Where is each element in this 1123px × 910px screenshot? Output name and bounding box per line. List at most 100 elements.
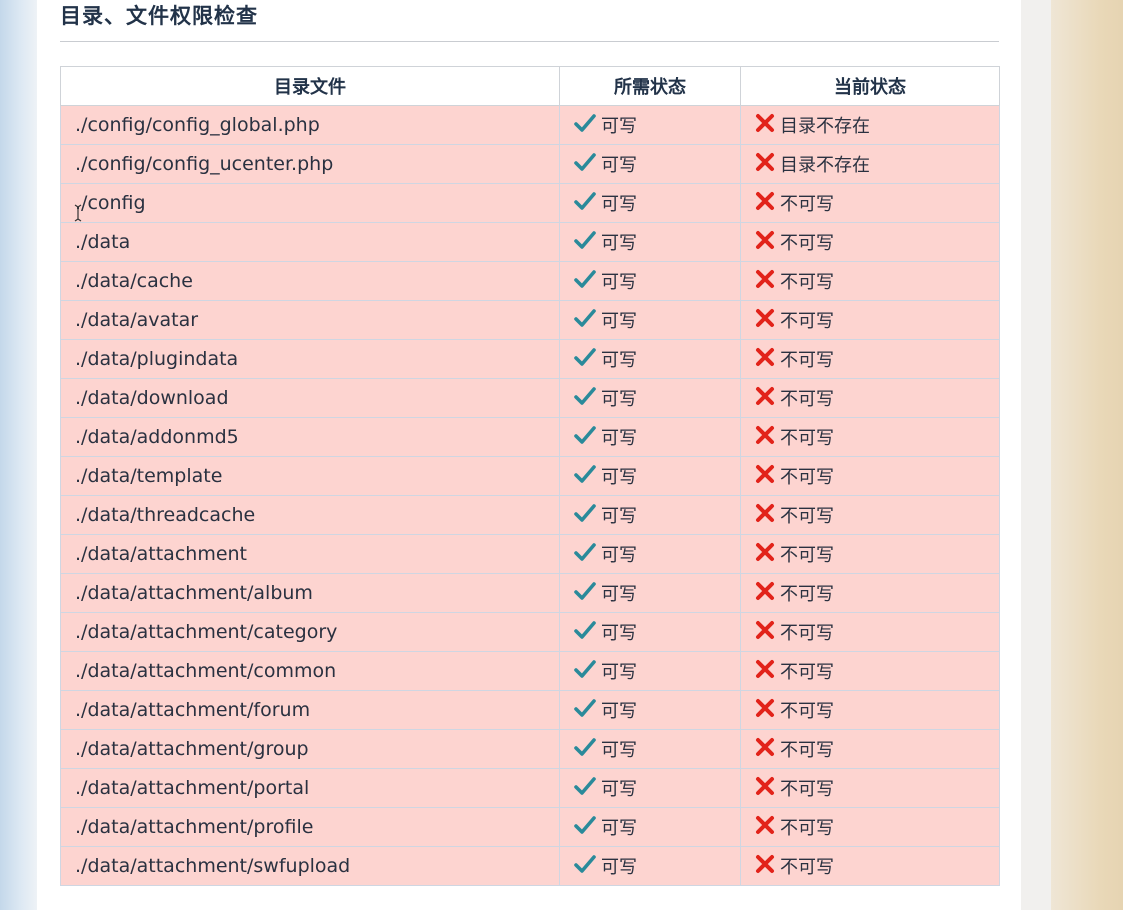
required-status-cell: 可写 — [559, 846, 741, 886]
required-status-cell: 可写 — [559, 183, 741, 223]
table-row: ./data/plugindata 可写 不可写 — [60, 339, 1000, 379]
current-status-label: 不可写 — [780, 428, 834, 449]
cross-icon — [755, 620, 779, 645]
current-status-cell: 不可写 — [740, 807, 1000, 847]
path-cell: ./data/attachment/swfupload — [60, 846, 560, 886]
cross-icon — [755, 815, 779, 840]
check-icon — [574, 113, 600, 138]
current-status-cell: 不可写 — [740, 651, 1000, 691]
title-divider — [60, 41, 999, 42]
current-status-cell: 不可写 — [740, 573, 1000, 613]
path-cell: ./data/attachment/portal — [60, 768, 560, 808]
path-cell: ./data/download — [60, 378, 560, 418]
path-cell: ./data/attachment/album — [60, 573, 560, 613]
required-status-cell: 可写 — [559, 300, 741, 340]
current-status-cell: 不可写 — [740, 690, 1000, 730]
required-status-cell: 可写 — [559, 573, 741, 613]
check-icon — [574, 386, 600, 411]
current-status-label: 不可写 — [780, 701, 834, 722]
cross-icon — [755, 269, 779, 294]
path-cell: ./data/attachment/group — [60, 729, 560, 769]
required-status-label: 可写 — [601, 194, 637, 215]
cross-icon — [755, 425, 779, 450]
cross-icon — [755, 308, 779, 333]
check-icon — [574, 503, 600, 528]
current-status-cell: 不可写 — [740, 300, 1000, 340]
table-row: ./data/avatar 可写 不可写 — [60, 300, 1000, 340]
check-icon — [574, 659, 600, 684]
required-status-label: 可写 — [601, 740, 637, 761]
check-icon — [574, 230, 600, 255]
cross-icon — [755, 698, 779, 723]
table-row: ./data/attachment/portal 可写 不可写 — [60, 768, 1000, 808]
required-status-label: 可写 — [601, 779, 637, 800]
current-status-cell: 不可写 — [740, 378, 1000, 418]
required-status-cell: 可写 — [559, 144, 741, 184]
required-status-label: 可写 — [601, 428, 637, 449]
current-status-cell: 不可写 — [740, 222, 1000, 262]
column-header-required: 所需状态 — [559, 66, 741, 106]
current-status-label: 不可写 — [780, 311, 834, 332]
required-status-cell: 可写 — [559, 729, 741, 769]
required-status-label: 可写 — [601, 545, 637, 566]
table-row: ./data/attachment/category 可写 不可写 — [60, 612, 1000, 652]
current-status-cell: 不可写 — [740, 183, 1000, 223]
cross-icon — [755, 464, 779, 489]
required-status-label: 可写 — [601, 506, 637, 527]
current-status-label: 不可写 — [780, 272, 834, 293]
check-icon — [574, 542, 600, 567]
check-icon — [574, 815, 600, 840]
table-row: ./data/attachment/group 可写 不可写 — [60, 729, 1000, 769]
current-status-label: 目录不存在 — [780, 155, 870, 176]
check-icon — [574, 737, 600, 762]
path-cell: ./config/config_global.php — [60, 105, 560, 145]
required-status-cell: 可写 — [559, 651, 741, 691]
path-cell: ./data/cache — [60, 261, 560, 301]
cross-icon — [755, 776, 779, 801]
required-status-cell: 可写 — [559, 222, 741, 262]
cross-icon — [755, 659, 779, 684]
required-status-cell: 可写 — [559, 612, 741, 652]
path-cell: ./data/addonmd5 — [60, 417, 560, 457]
column-header-path: 目录文件 — [60, 66, 560, 106]
current-status-label: 不可写 — [780, 467, 834, 488]
table-row: ./data/attachment 可写 不可写 — [60, 534, 1000, 574]
current-status-cell: 不可写 — [740, 417, 1000, 457]
cross-icon — [755, 581, 779, 606]
cross-icon — [755, 854, 779, 879]
current-status-label: 不可写 — [780, 506, 834, 527]
required-status-label: 可写 — [601, 311, 637, 332]
cross-icon — [755, 542, 779, 567]
page-margin-strip — [1021, 0, 1051, 910]
section-title: 目录、文件权限检查 — [60, 4, 258, 28]
required-status-cell: 可写 — [559, 417, 741, 457]
current-status-cell: 不可写 — [740, 456, 1000, 496]
check-icon — [574, 581, 600, 606]
required-status-label: 可写 — [601, 818, 637, 839]
check-icon — [574, 191, 600, 216]
current-status-label: 不可写 — [780, 818, 834, 839]
current-status-label: 不可写 — [780, 740, 834, 761]
current-status-label: 不可写 — [780, 194, 834, 215]
path-cell: ./data/attachment/forum — [60, 690, 560, 730]
required-status-cell: 可写 — [559, 534, 741, 574]
required-status-label: 可写 — [601, 272, 637, 293]
path-cell: ./data/attachment/category — [60, 612, 560, 652]
check-icon — [574, 308, 600, 333]
current-status-label: 不可写 — [780, 233, 834, 254]
required-status-label: 可写 — [601, 155, 637, 176]
table-row: ./data/cache 可写 不可写 — [60, 261, 1000, 301]
current-status-cell: 不可写 — [740, 612, 1000, 652]
current-status-label: 不可写 — [780, 857, 834, 878]
current-status-cell: 不可写 — [740, 534, 1000, 574]
path-cell: ./data/plugindata — [60, 339, 560, 379]
cross-icon — [755, 737, 779, 762]
required-status-label: 可写 — [601, 233, 637, 254]
table-row: ./data/attachment/profile 可写 不可写 — [60, 807, 1000, 847]
cross-icon — [755, 113, 779, 138]
required-status-cell: 可写 — [559, 261, 741, 301]
check-icon — [574, 269, 600, 294]
table-row: ./config/config_ucenter.php 可写 目录不存在 — [60, 144, 1000, 184]
required-status-label: 可写 — [601, 857, 637, 878]
required-status-label: 可写 — [601, 389, 637, 410]
